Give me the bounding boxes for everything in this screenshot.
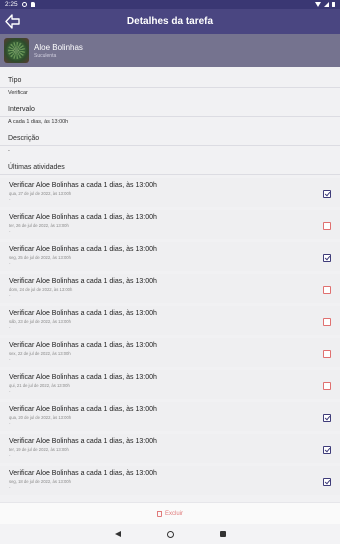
activity-note: - bbox=[9, 325, 11, 330]
plant-header[interactable]: Aloe Bolinhas Suculenta bbox=[0, 34, 340, 67]
activity-checkbox[interactable] bbox=[323, 382, 331, 390]
activity-title: Verificar Aloe Bolinhas a cada 1 dias, à… bbox=[9, 406, 157, 413]
back-icon[interactable] bbox=[4, 13, 21, 30]
activity-row[interactable]: Verificar Aloe Bolinhas a cada 1 dias, à… bbox=[0, 178, 340, 207]
field-value-intervalo: A cada 1 dias, às 13:00h bbox=[8, 119, 69, 125]
activities-label: Últimas atividades bbox=[8, 164, 65, 171]
activity-checkbox[interactable] bbox=[323, 350, 331, 358]
battery-icon bbox=[332, 2, 335, 7]
activity-date: sex, 22 de jul de 2022, às 13:00h bbox=[9, 351, 71, 356]
field-value-descricao: - bbox=[8, 148, 10, 154]
delete-button[interactable]: Excluir bbox=[156, 510, 183, 517]
activity-note: - bbox=[9, 261, 11, 266]
activity-note: - bbox=[9, 197, 11, 202]
activity-row[interactable]: Verificar Aloe Bolinhas a cada 1 dias, à… bbox=[0, 370, 340, 399]
signal-icon bbox=[324, 2, 329, 7]
activity-title: Verificar Aloe Bolinhas a cada 1 dias, à… bbox=[9, 438, 157, 445]
activity-row[interactable]: Verificar Aloe Bolinhas a cada 1 dias, à… bbox=[0, 306, 340, 335]
activity-note: - bbox=[9, 421, 11, 426]
status-time: 2:25 bbox=[5, 1, 18, 8]
activity-title: Verificar Aloe Bolinhas a cada 1 dias, à… bbox=[9, 214, 157, 221]
system-nav-bar bbox=[0, 524, 340, 544]
nav-back-icon[interactable] bbox=[114, 531, 121, 537]
field-value-tipo: Verificar bbox=[8, 90, 28, 96]
activity-note: - bbox=[9, 389, 11, 394]
plant-type: Suculenta bbox=[34, 52, 57, 59]
wifi-icon bbox=[315, 2, 321, 7]
activity-row[interactable]: Verificar Aloe Bolinhas a cada 1 dias, à… bbox=[0, 338, 340, 367]
activity-title: Verificar Aloe Bolinhas a cada 1 dias, à… bbox=[9, 310, 157, 317]
nav-home-icon[interactable] bbox=[166, 530, 174, 538]
divider bbox=[0, 174, 340, 175]
activity-date: qua, 20 de jul de 2022, às 13:00h bbox=[9, 415, 72, 420]
field-label-descricao: Descrição bbox=[8, 135, 40, 142]
status-bar: 2:25 bbox=[0, 0, 340, 9]
delete-label: Excluir bbox=[164, 510, 183, 517]
activity-date: ter, 19 de jul de 2022, às 13:00h bbox=[9, 447, 69, 452]
activity-date: qua, 27 de jul de 2022, às 13:00h bbox=[9, 191, 72, 196]
activity-checkbox[interactable] bbox=[323, 446, 331, 454]
activity-note: - bbox=[9, 357, 11, 362]
activity-note: - bbox=[9, 485, 11, 490]
sd-card-icon bbox=[30, 2, 35, 7]
activity-checkbox[interactable] bbox=[323, 222, 331, 230]
field-label-tipo: Tipo bbox=[8, 77, 22, 84]
settings-status-icon bbox=[21, 2, 27, 7]
activity-title: Verificar Aloe Bolinhas a cada 1 dias, à… bbox=[9, 342, 157, 349]
activity-checkbox[interactable] bbox=[323, 414, 331, 422]
activity-row[interactable]: Verificar Aloe Bolinhas a cada 1 dias, à… bbox=[0, 242, 340, 271]
plant-thumbnail bbox=[4, 38, 29, 63]
divider bbox=[0, 87, 340, 88]
activity-row[interactable]: Verificar Aloe Bolinhas a cada 1 dias, à… bbox=[0, 402, 340, 431]
activity-date: qui, 21 de jul de 2022, às 13:00h bbox=[9, 383, 70, 388]
activity-note: - bbox=[9, 453, 11, 458]
divider bbox=[0, 116, 340, 117]
activity-title: Verificar Aloe Bolinhas a cada 1 dias, à… bbox=[9, 246, 157, 253]
activity-date: dom, 24 de jul de 2022, às 13:00h bbox=[9, 287, 73, 292]
plant-name: Aloe Bolinhas bbox=[34, 42, 83, 52]
nav-recents-icon[interactable] bbox=[219, 531, 226, 537]
activity-checkbox[interactable] bbox=[323, 254, 331, 262]
activity-note: - bbox=[9, 229, 11, 234]
activity-row[interactable]: Verificar Aloe Bolinhas a cada 1 dias, à… bbox=[0, 434, 340, 463]
activity-date: sáb, 23 de jul de 2022, às 13:00h bbox=[9, 319, 71, 324]
activity-note: - bbox=[9, 293, 11, 298]
divider bbox=[0, 145, 340, 146]
activity-row[interactable]: Verificar Aloe Bolinhas a cada 1 dias, à… bbox=[0, 466, 340, 495]
activity-row[interactable]: Verificar Aloe Bolinhas a cada 1 dias, à… bbox=[0, 210, 340, 239]
activity-title: Verificar Aloe Bolinhas a cada 1 dias, à… bbox=[9, 182, 157, 189]
trash-icon bbox=[156, 510, 162, 517]
field-label-intervalo: Intervalo bbox=[8, 106, 35, 113]
activity-title: Verificar Aloe Bolinhas a cada 1 dias, à… bbox=[9, 278, 157, 285]
activity-title: Verificar Aloe Bolinhas a cada 1 dias, à… bbox=[9, 374, 157, 381]
activity-row[interactable]: Verificar Aloe Bolinhas a cada 1 dias, à… bbox=[0, 274, 340, 303]
activity-date: seg, 25 de jul de 2022, às 13:00h bbox=[9, 255, 71, 260]
activity-checkbox[interactable] bbox=[323, 478, 331, 486]
activity-date: seg, 18 de jul de 2022, às 13:00h bbox=[9, 479, 71, 484]
activity-title: Verificar Aloe Bolinhas a cada 1 dias, à… bbox=[9, 470, 157, 477]
activity-checkbox[interactable] bbox=[323, 318, 331, 326]
page-title: Detalhes da tarefa bbox=[126, 16, 214, 27]
activity-checkbox[interactable] bbox=[323, 190, 331, 198]
activity-date: ter, 26 de jul de 2022, às 13:00h bbox=[9, 223, 69, 228]
bottom-action-bar: Excluir bbox=[0, 502, 340, 524]
app-bar: Detalhes da tarefa bbox=[0, 9, 340, 34]
activity-checkbox[interactable] bbox=[323, 286, 331, 294]
